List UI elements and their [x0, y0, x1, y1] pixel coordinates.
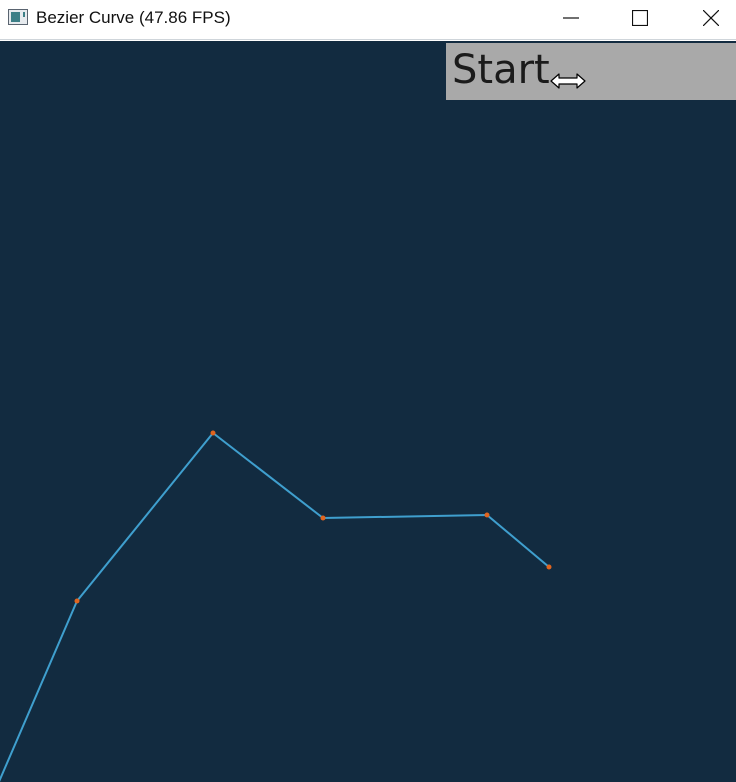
app-window: Bezier Curve (47.86 FPS) Start: [0, 0, 736, 782]
control-point[interactable]: [320, 515, 326, 521]
maximize-icon: [632, 10, 648, 26]
control-point[interactable]: [74, 598, 80, 604]
minimize-button[interactable]: [548, 0, 594, 36]
title-bar[interactable]: Bezier Curve (47.86 FPS): [0, 0, 736, 40]
close-icon: [703, 10, 719, 26]
resize-horizontal-icon: [550, 73, 586, 89]
window-title: Bezier Curve (47.86 FPS): [36, 8, 231, 27]
control-point[interactable]: [546, 564, 552, 570]
minimize-icon: [563, 17, 579, 19]
app-window-icon: [8, 9, 28, 25]
start-button-label: Start: [452, 47, 550, 93]
maximize-button[interactable]: [617, 0, 663, 36]
drawing-canvas[interactable]: Start: [0, 41, 736, 782]
control-polygon-line: [0, 432, 550, 782]
control-point[interactable]: [210, 430, 216, 436]
control-point[interactable]: [484, 512, 490, 518]
control-polygon-plot[interactable]: [0, 41, 736, 782]
start-button[interactable]: Start: [446, 43, 736, 100]
close-button[interactable]: [688, 0, 734, 36]
